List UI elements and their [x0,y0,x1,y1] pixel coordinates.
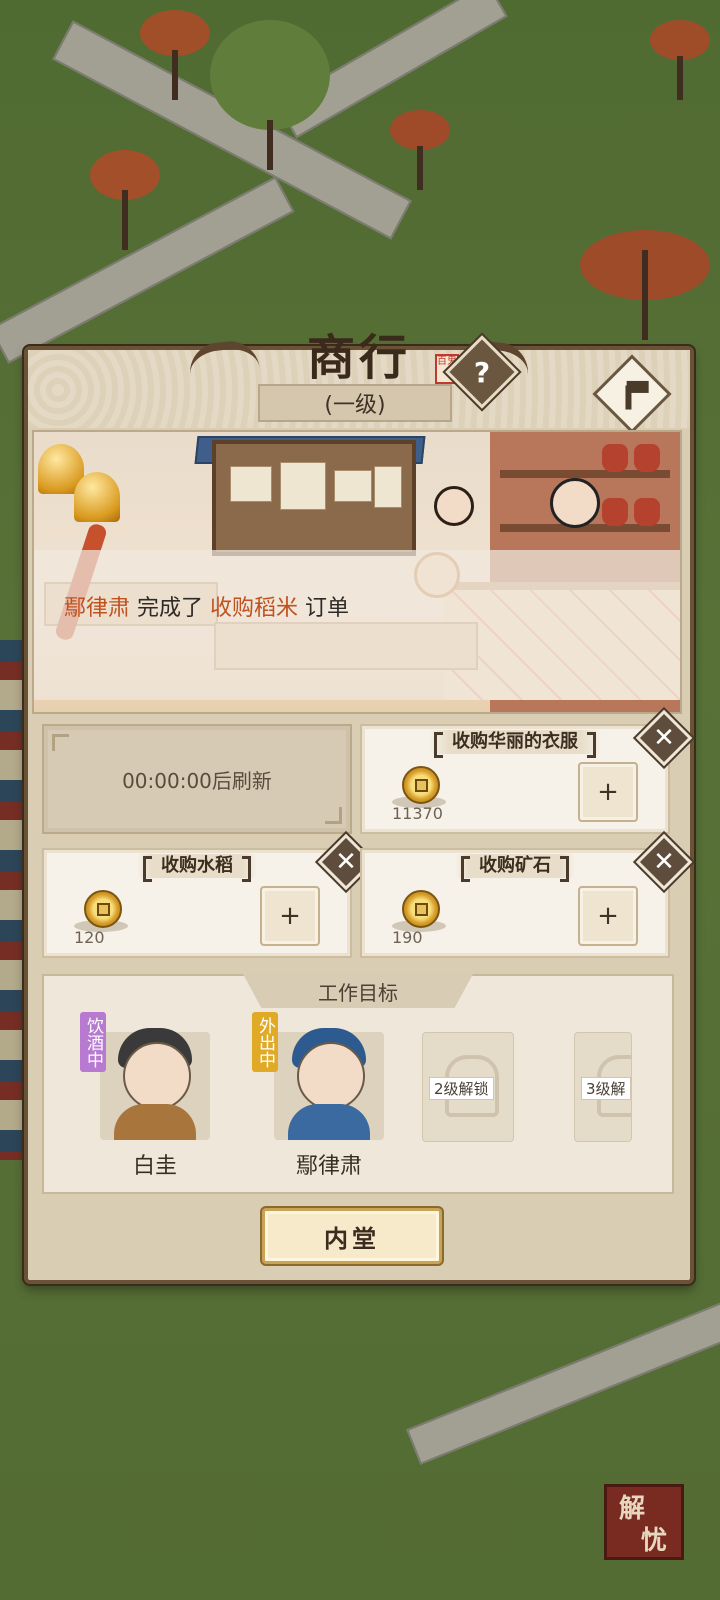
board-paper [230,466,272,502]
board-paper [334,470,372,502]
badge-text-top: 解 [619,1494,646,1524]
notice-actor: 鄢律肃 [64,596,131,621]
submit-order-button[interactable]: + [578,762,638,822]
status-badge: 饮酒中 [80,1012,106,1072]
unlock-level-label: 2级解锁 [429,1077,494,1100]
coin-icon [84,890,122,928]
level-label: (一级) [258,384,452,422]
title-banner: 商行 百鬼 [186,322,532,392]
close-icon: ✕ [653,723,675,753]
character-name: 白圭 [132,1154,177,1179]
order-slot[interactable]: 收购水稻 120 + ✕ [42,833,375,958]
character-portrait [297,1042,365,1110]
work-target-title: 工作目标 [243,974,473,1008]
notice-verb: 完成了 [137,596,204,621]
shop-illustration: 鄢律肃 完成了 收购稻米 订单 [32,430,682,714]
close-icon: ✕ [335,847,357,877]
order-slot[interactable]: 收购矿石 190 + ✕ [360,833,693,958]
cancel-order-button[interactable]: ✕ [635,709,693,767]
order-quantity: 11370 [392,804,443,823]
order-slot-refresh: 00:00:00后刷新 [42,724,352,834]
work-target-section: 工作目标 饮酒中 白圭 外出中 鄢律肃 2级解锁 3级解 [42,974,674,1194]
bell-icon [74,472,120,522]
coin-icon [402,890,440,928]
locked-worker-slot[interactable]: 3级解 [574,1032,632,1142]
worker-slot[interactable] [274,1028,384,1140]
character-name: 鄢律肃 [295,1154,362,1179]
character-robe [288,1104,370,1140]
order-name: 收购矿石 [455,854,575,882]
close-icon: ✕ [653,847,675,877]
inner-hall-button[interactable]: 内堂 [262,1208,442,1264]
hammer-handle [625,385,632,410]
board-paper [374,466,402,508]
submit-order-button[interactable]: + [260,886,320,946]
board-paper [280,462,326,510]
notice-text: 鄢律肃 完成了 收购稻米 订单 [64,590,349,622]
wine-jar [634,498,660,526]
order-name: 收购华丽的衣服 [428,730,602,758]
wine-jar [634,444,660,472]
cancel-order-button[interactable]: ✕ [635,833,693,891]
order-complete-notice: 鄢律肃 完成了 收购稻米 订单 [34,550,680,700]
question-icon: ? [473,355,491,389]
jieyou-badge-button[interactable]: 解 忧 [604,1484,684,1560]
submit-order-button[interactable]: + [578,886,638,946]
wine-jar [602,444,628,472]
notice-order: 收购稻米 [210,596,299,621]
order-slot[interactable]: 收购华丽的衣服 11370 + ✕ [360,709,693,834]
order-name: 收购水稻 [137,854,257,882]
order-quantity: 190 [392,928,423,947]
worker-slot[interactable] [100,1028,210,1140]
trade-house-panel: 商行 百鬼 ? (一级) 鄢律肃 完成了 收购稻米 订单 00:00:00后刷新… [24,330,694,1284]
unlock-level-label: 3级解 [581,1077,631,1100]
notice-suffix: 订单 [305,596,350,621]
character-robe [114,1104,196,1140]
badge-text-bottom: 忧 [641,1526,668,1556]
coin-icon [402,766,440,804]
customer-figure [434,486,474,526]
locked-worker-slot[interactable]: 2级解锁 [422,1032,514,1142]
order-quantity: 120 [74,928,105,947]
character-portrait [123,1042,191,1110]
wine-jar [602,498,628,526]
status-badge: 外出中 [252,1012,278,1072]
shopkeeper-figure [550,478,600,528]
refresh-countdown: 00:00:00后刷新 [122,768,272,793]
